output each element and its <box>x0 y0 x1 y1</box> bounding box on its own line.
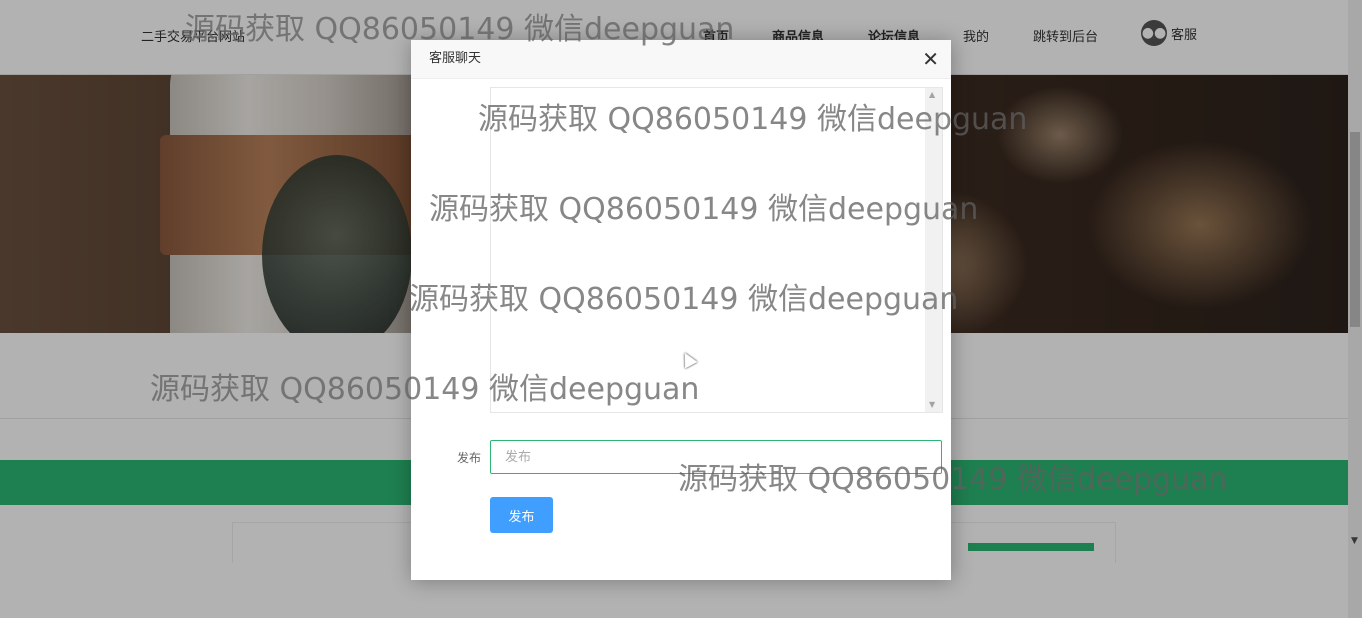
publish-button[interactable]: 发布 <box>490 497 553 533</box>
chat-modal: 客服聊天 ✕ ▲ ▼ 发布 发布 <box>411 40 951 580</box>
scroll-down-icon[interactable]: ▼ <box>929 400 935 409</box>
modal-title: 客服聊天 <box>429 51 482 66</box>
chat-scrollbar[interactable]: ▲ ▼ <box>925 88 942 412</box>
message-input[interactable] <box>490 440 942 474</box>
chat-message-area[interactable]: ▲ ▼ <box>490 87 943 413</box>
modal-header: 客服聊天 ✕ <box>411 40 951 79</box>
close-icon[interactable]: ✕ <box>922 40 939 78</box>
publish-label: 发布 <box>456 451 481 465</box>
scroll-up-icon[interactable]: ▲ <box>929 90 935 99</box>
